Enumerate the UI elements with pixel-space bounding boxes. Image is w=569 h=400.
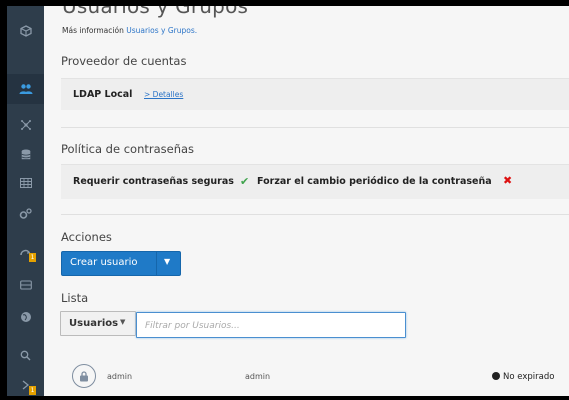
- list-type-select[interactable]: Usuarios ▼: [60, 311, 136, 336]
- row-username: admin: [107, 372, 133, 381]
- divider: [61, 127, 569, 128]
- sidebar-item-globe[interactable]: [7, 302, 44, 332]
- users-icon: [19, 84, 32, 94]
- info-prefix: Más información: [62, 26, 124, 35]
- info-line: Más información Usuarios y Grupos.: [62, 26, 197, 35]
- globe-icon: [20, 312, 31, 322]
- password-policy-heading: Política de contraseñas: [61, 142, 195, 156]
- user-avatar: [72, 364, 96, 388]
- accounts-heading: Proveedor de cuentas: [61, 54, 187, 68]
- check-icon: ✔: [240, 175, 250, 188]
- updates-badge: 1: [29, 253, 36, 262]
- sidebar-item-dashboard[interactable]: [7, 16, 44, 46]
- password-policy-card: Requerir contraseñas seguras ✔ Forzar el…: [61, 164, 569, 199]
- status-icon: [492, 372, 500, 380]
- cube-icon: [19, 25, 32, 37]
- sidebar-item-database[interactable]: [7, 140, 44, 170]
- divider: [61, 214, 569, 215]
- sidebar-item-updates[interactable]: 1: [7, 240, 44, 270]
- list-heading: Lista: [61, 291, 89, 305]
- row-status-text: No expirado: [503, 372, 555, 382]
- database-icon: [21, 149, 30, 160]
- actions-heading: Acciones: [61, 230, 112, 244]
- sidebar-item-services[interactable]: [7, 199, 44, 229]
- create-user-button[interactable]: Crear usuario: [70, 257, 137, 268]
- network-icon: [20, 120, 31, 130]
- sidebar: 1 1: [7, 6, 44, 396]
- accounts-card: LDAP Local > Detalles: [61, 78, 569, 110]
- periodic-change-label: Forzar el cambio periódico de la contras…: [257, 176, 492, 187]
- row-full-name: admin: [245, 372, 271, 381]
- gears-icon: [19, 208, 32, 219]
- provider-name: LDAP Local: [73, 89, 133, 100]
- search-icon: [20, 350, 31, 360]
- sidebar-item-storage[interactable]: [7, 270, 44, 300]
- list-type-value: Usuarios: [69, 318, 119, 329]
- sidebar-item-table[interactable]: [7, 168, 44, 198]
- cross-icon: ✖: [503, 174, 513, 187]
- filter-input[interactable]: [137, 315, 403, 337]
- sidebar-item-search[interactable]: [7, 340, 44, 370]
- info-link[interactable]: Usuarios y Grupos.: [126, 26, 197, 35]
- chevron-down-icon: ▼: [120, 318, 126, 326]
- create-user-split-button: Crear usuario ▼: [61, 251, 181, 276]
- sidebar-item-network[interactable]: [7, 110, 44, 140]
- details-link[interactable]: > Detalles: [144, 90, 183, 99]
- main-content: Usuarios y Grupos Más información Usuari…: [44, 6, 569, 396]
- lock-icon: [80, 370, 88, 381]
- screen: 1 1 Usuarios y Grupos Más información Us…: [0, 0, 569, 396]
- filter-field: [136, 312, 406, 338]
- page-title: Usuarios y Grupos: [62, 6, 249, 18]
- chevron-down-icon[interactable]: ▼: [164, 257, 170, 266]
- table-icon: [19, 178, 32, 188]
- sidebar-item-users[interactable]: [7, 74, 44, 104]
- strong-password-label: Requerir contraseñas seguras: [73, 176, 234, 187]
- storage-icon: [19, 280, 32, 290]
- button-separator: [156, 252, 157, 275]
- more-badge: 1: [29, 386, 36, 395]
- row-status: No expirado: [492, 372, 554, 382]
